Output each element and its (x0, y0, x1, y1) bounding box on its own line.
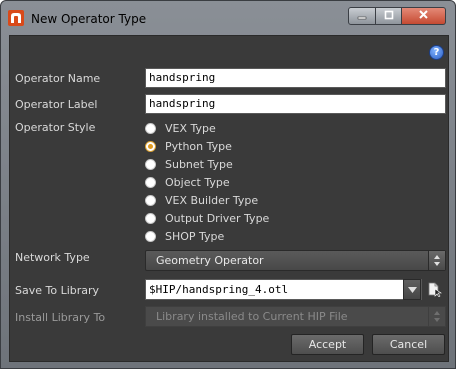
maximize-button[interactable] (376, 7, 402, 25)
radio-button-selected[interactable] (145, 140, 156, 152)
accept-button[interactable]: Accept (291, 334, 364, 355)
radio-python-type[interactable]: Python Type (145, 138, 232, 154)
install-library-to-dropdown: Library installed to Current HIP File (145, 306, 446, 327)
help-icon[interactable]: ? (429, 45, 444, 60)
install-library-to-label: Install Library To (15, 311, 106, 324)
radio-label: Output Driver Type (165, 211, 270, 225)
save-to-library-dropdown-button[interactable] (403, 279, 421, 300)
save-to-library-field[interactable]: $HIP/handspring_4.otl (145, 279, 422, 300)
file-browse-icon[interactable] (428, 282, 442, 298)
minimize-button[interactable] (348, 7, 376, 25)
radio-button[interactable] (145, 158, 156, 170)
radio-label: Subnet Type (165, 157, 233, 171)
radio-label: Object Type (165, 175, 230, 189)
updown-arrows-icon (428, 251, 445, 270)
network-type-label: Network Type (15, 251, 90, 264)
dialog-content: ? Operator Name handspring Operator Labe… (9, 35, 449, 362)
radio-button[interactable] (145, 212, 156, 224)
title-bar[interactable]: New Operator Type (1, 1, 455, 35)
radio-object-type[interactable]: Object Type (145, 174, 230, 190)
updown-arrows-icon (428, 307, 445, 326)
houdini-app-icon (8, 10, 24, 26)
radio-vex-builder-type[interactable]: VEX Builder Type (145, 192, 258, 208)
radio-label: SHOP Type (165, 229, 225, 243)
radio-button[interactable] (145, 122, 156, 134)
window-title: New Operator Type (31, 12, 147, 26)
install-library-to-value: Library installed to Current HIP File (156, 310, 348, 323)
window-controls (348, 7, 448, 27)
radio-button[interactable] (145, 230, 156, 242)
maximize-icon (384, 10, 394, 23)
radio-vex-type[interactable]: VEX Type (145, 120, 216, 136)
close-icon (418, 9, 429, 23)
dialog-window: New Operator Type ? Operator Name handsp… (0, 0, 456, 369)
radio-label: VEX Type (165, 121, 216, 135)
chevron-down-icon (407, 283, 417, 296)
operator-style-label: Operator Style (15, 121, 96, 134)
close-button[interactable] (402, 7, 446, 25)
network-type-dropdown[interactable]: Geometry Operator (145, 250, 446, 271)
radio-shop-type[interactable]: SHOP Type (145, 228, 224, 244)
radio-button[interactable] (145, 176, 156, 188)
radio-output-driver-type[interactable]: Output Driver Type (145, 210, 269, 226)
radio-label: VEX Builder Type (165, 193, 259, 207)
radio-button[interactable] (145, 194, 156, 206)
radio-subnet-type[interactable]: Subnet Type (145, 156, 233, 172)
network-type-value: Geometry Operator (156, 254, 264, 267)
operator-label-field[interactable]: handspring (145, 94, 446, 114)
cancel-button[interactable]: Cancel (372, 334, 445, 355)
save-to-library-label: Save To Library (15, 284, 100, 297)
operator-name-field[interactable]: handspring (145, 68, 446, 88)
radio-label: Python Type (165, 139, 232, 153)
operator-label-label: Operator Label (15, 98, 98, 111)
minimize-icon (357, 10, 367, 23)
operator-name-label: Operator Name (15, 72, 101, 85)
